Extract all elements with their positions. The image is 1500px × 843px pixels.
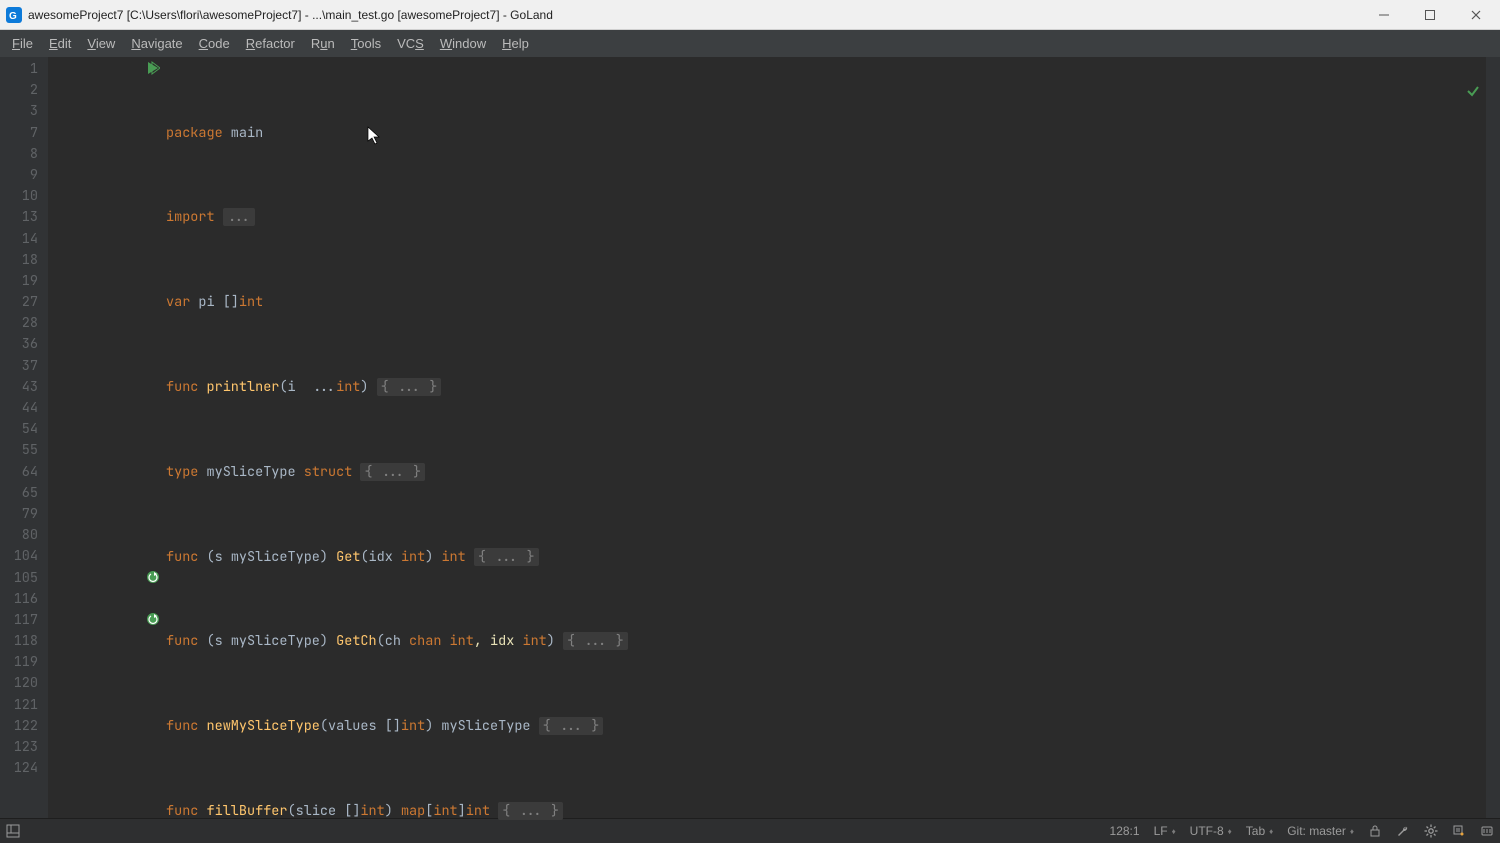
line-number[interactable]: 10 [0,186,48,207]
line-number[interactable]: 54 [0,419,48,440]
line-number[interactable]: 37 [0,356,48,377]
svg-text:G: G [9,11,17,22]
menu-code[interactable]: Code [191,33,238,54]
menu-edit[interactable]: Edit [41,33,79,54]
line-number[interactable]: 19 [0,271,48,292]
main-menu: File Edit View Navigate Code Refactor Ru… [0,30,1500,57]
line-number[interactable]: 43 [0,377,48,398]
line-number[interactable]: 9 [0,165,48,186]
menu-file[interactable]: File [4,33,41,54]
window-controls [1370,5,1490,25]
maximize-button[interactable] [1416,5,1444,25]
run-test-icon[interactable] [146,612,160,626]
line-number[interactable]: 8 [0,144,48,165]
code-content[interactable]: package main import ... var pi []int fun… [166,57,1486,818]
editor[interactable]: 1237891013141819272836374344545564657980… [0,57,1500,818]
line-number[interactable]: 1 [0,59,48,80]
close-button[interactable] [1462,5,1490,25]
line-number[interactable]: 44 [0,398,48,419]
line-number[interactable]: 7 [0,123,48,144]
line-number[interactable]: 123 [0,737,48,758]
run-icon[interactable] [146,61,160,75]
tool-windows-button[interactable] [6,824,20,838]
line-number[interactable]: 79 [0,504,48,525]
line-number[interactable]: 28 [0,313,48,334]
inspection-ok-icon[interactable] [1416,63,1480,127]
error-stripe[interactable] [1486,57,1500,818]
line-number[interactable]: 119 [0,652,48,673]
line-number[interactable]: 116 [0,589,48,610]
icon-gutter[interactable] [48,57,166,818]
menu-window[interactable]: Window [432,33,494,54]
line-number[interactable]: 104 [0,546,48,567]
line-number[interactable]: 3 [0,101,48,122]
line-number[interactable]: 55 [0,440,48,461]
line-number[interactable]: 120 [0,673,48,694]
line-number[interactable]: 64 [0,462,48,483]
line-number[interactable]: 124 [0,758,48,779]
line-number[interactable]: 36 [0,334,48,355]
line-number[interactable]: 13 [0,207,48,228]
menu-tools[interactable]: Tools [343,33,389,54]
menu-help[interactable]: Help [494,33,537,54]
line-number[interactable]: 80 [0,525,48,546]
line-number[interactable]: 65 [0,483,48,504]
line-number[interactable]: 117 [0,610,48,631]
line-number[interactable]: 18 [0,250,48,271]
line-number[interactable]: 2 [0,80,48,101]
window-title: awesomeProject7 [C:\Users\flori\awesomeP… [28,8,1370,22]
line-number[interactable]: 105 [0,568,48,589]
line-number[interactable]: 122 [0,716,48,737]
run-test-icon[interactable] [146,570,160,584]
menu-navigate[interactable]: Navigate [123,33,190,54]
line-number[interactable]: 118 [0,631,48,652]
line-number[interactable]: 14 [0,229,48,250]
line-number[interactable]: 27 [0,292,48,313]
window-titlebar: G awesomeProject7 [C:\Users\flori\awesom… [0,0,1500,30]
menu-view[interactable]: View [79,33,123,54]
minimize-button[interactable] [1370,5,1398,25]
app-icon: G [6,7,22,23]
line-number[interactable]: 121 [0,695,48,716]
line-number-gutter[interactable]: 1237891013141819272836374344545564657980… [0,57,48,818]
menu-refactor[interactable]: Refactor [238,33,303,54]
menu-run[interactable]: Run [303,33,343,54]
menu-vcs[interactable]: VCS [389,33,432,54]
